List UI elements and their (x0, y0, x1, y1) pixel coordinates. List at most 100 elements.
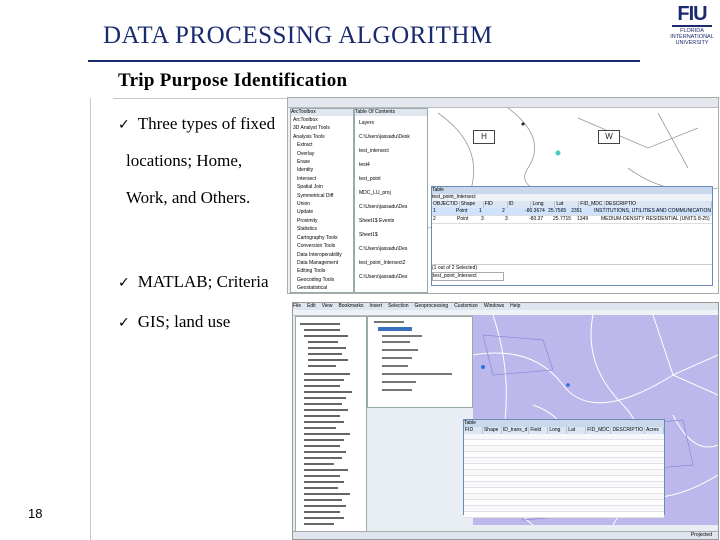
column-header[interactable]: DESCRIPTIO (611, 427, 646, 434)
status-bar: Projected (293, 531, 718, 539)
table-cell: 2 (502, 208, 505, 214)
toc-item[interactable]: Sheet1$ Events (355, 214, 427, 228)
menu-item[interactable]: Bookmarks (338, 303, 363, 310)
toolbox-item[interactable]: Identity (291, 166, 353, 174)
toolbox-item[interactable]: Cartography Tools (291, 234, 353, 242)
logo-subtext: FLORIDA INTERNATIONAL UNIVERSITY (670, 28, 714, 46)
column-header[interactable]: Long (531, 201, 556, 208)
table-cell: -80.37 (529, 216, 544, 222)
menu-item[interactable]: Help (510, 303, 520, 310)
column-header[interactable]: Long (548, 427, 568, 434)
table-cell: INSTITUTIONS, UTILITIES AND COMMUNICATIO… (594, 208, 711, 214)
menu-item[interactable]: Selection (388, 303, 409, 310)
table-row[interactable]: 2 Point 3 3 -80.37 25.7715 1349 MEDIUM-DENSITY … (432, 216, 712, 224)
table-body-2 (464, 434, 664, 518)
toolbox-item[interactable]: Erase (291, 158, 353, 166)
column-header[interactable]: Shape (483, 427, 502, 434)
bullet-item: ✓ GIS; land use (118, 312, 230, 332)
toolbox-item[interactable]: Geocoding Tools (291, 276, 353, 284)
toolbox-item[interactable]: ArcToolbox (291, 116, 353, 124)
toc-pane: Table Of Contents Layers C:\Users\jassadu… (354, 108, 428, 293)
menu-item[interactable]: Windows (484, 303, 504, 310)
toc-item[interactable]: test_intersect (355, 144, 427, 158)
menu-item[interactable]: View (322, 303, 333, 310)
table-cell: 2351 (571, 208, 583, 214)
toolbox-item[interactable]: Data Management (291, 259, 353, 267)
table-cell: 3 (505, 216, 508, 222)
toolbox-item[interactable]: Analysis Tools (291, 133, 353, 141)
column-header[interactable]: FID_MDC (586, 427, 612, 434)
toc-item[interactable]: Sheet1$ (355, 228, 427, 242)
toc-list: Layers C:\Users\jassadu\Desk test_intersec… (355, 116, 427, 284)
toc-item[interactable]: C:\Users\jassadu\Des (355, 242, 427, 256)
table-layer-name: test_point_Intersect (432, 194, 712, 201)
toolbox-item[interactable]: Editing Tools (291, 267, 353, 275)
column-header[interactable]: FID (484, 201, 508, 208)
table-header-2: FID Shape ID_trans_d Field Long Lat FID_MDC DES… (464, 427, 664, 434)
toc-item[interactable]: Layers (355, 116, 427, 130)
toolbox-item[interactable]: Intersect (291, 175, 353, 183)
bullet-text: MATLAB; Criteria (137, 272, 269, 291)
work-marker[interactable]: W (598, 130, 620, 144)
toc-item[interactable]: test4 (355, 158, 427, 172)
table-title-2: Table (464, 420, 664, 427)
table-cell: Point (457, 216, 469, 222)
toolbox-item[interactable]: Symmetrical Diff (291, 192, 353, 200)
column-header[interactable]: FID_MDC (579, 201, 605, 208)
toolbar (288, 98, 718, 108)
table-footer: (1 out of 2 Selected) (432, 264, 712, 272)
toolbox-item[interactable]: Extract (291, 141, 353, 149)
column-header[interactable]: OBJECTID (432, 201, 460, 208)
slide-subtitle: Trip Purpose Identification (118, 70, 348, 91)
table-header: OBJECTID Shape FID ID Long Lat FID_MDC DESCRIPT… (432, 201, 712, 208)
table-empty-area (432, 224, 712, 264)
menu-item[interactable]: File (293, 303, 301, 310)
toolbox-item[interactable]: Data Interoperability (291, 251, 353, 259)
menu-item[interactable]: Customize (454, 303, 478, 310)
column-header[interactable]: DESCRIPTIO (605, 201, 712, 208)
column-header[interactable]: Shape (460, 201, 484, 208)
toc-item[interactable]: C:\Users\jassadu\Des (355, 200, 427, 214)
table-row[interactable]: 1 Point 1 2 -80.3674 25.7565 2351 INSTITUTIONS,… (432, 208, 712, 216)
table-cell: MEDIUM-DENSITY RESIDENTIAL (UNITS 8-25) (601, 216, 710, 222)
toc-item[interactable]: test_point_Intersect2 (355, 256, 427, 270)
table-row[interactable] (464, 512, 664, 518)
toolbox-item[interactable]: Conversion Tools (291, 242, 353, 250)
column-header[interactable]: Acres (645, 427, 664, 434)
toc-item[interactable]: MDC_LU_proj (355, 186, 427, 200)
table-cell: 1 (433, 208, 436, 214)
bullet-text: Work, and Others. (126, 188, 251, 207)
attribute-table-2[interactable]: Table FID Shape ID_trans_d Field Long Lat FID_… (463, 419, 665, 518)
toolbox-item[interactable]: Update (291, 208, 353, 216)
attribute-table[interactable]: Table test_point_Intersect OBJECTID Shape… (431, 186, 713, 286)
toc-item[interactable]: C:\Users\jassadu\Des (355, 270, 427, 284)
slide-number: 18 (28, 506, 43, 521)
table-tab[interactable]: test_point_Intersect (432, 272, 504, 281)
table-cell: 3 (481, 216, 484, 222)
title-divider (88, 60, 640, 62)
column-header[interactable]: Lat (555, 201, 580, 208)
slide-title: DATA PROCESSING ALGORITHM (103, 22, 493, 49)
menu-item[interactable]: Insert (369, 303, 382, 310)
toc-title: Table Of Contents (355, 109, 427, 116)
fiu-logo: FIU FLORIDA INTERNATIONAL UNIVERSITY (668, 4, 716, 46)
toolbox-item[interactable]: 3D Analyst Tools (291, 124, 353, 132)
column-header[interactable]: Field (529, 427, 549, 434)
menu-item[interactable]: Edit (307, 303, 316, 310)
column-header[interactable]: Lat (567, 427, 587, 434)
toc-item[interactable]: C:\Users\jassadu\Desk (355, 130, 427, 144)
catalog-pane (295, 316, 367, 538)
toolbox-item[interactable]: Proximity (291, 217, 353, 225)
toc-item[interactable]: test_point (355, 172, 427, 186)
column-header[interactable]: ID_trans_d (502, 427, 530, 434)
toolbox-item[interactable]: Geostatistical (291, 284, 353, 292)
status-text: Projected (690, 532, 712, 538)
toolbox-item[interactable]: Spatial Join (291, 183, 353, 191)
column-header[interactable]: ID (508, 201, 532, 208)
toolbox-item[interactable]: Overlay (291, 150, 353, 158)
column-header[interactable]: FID (464, 427, 483, 434)
toolbox-item[interactable]: Statistics (291, 225, 353, 233)
toolbox-item[interactable]: Union (291, 200, 353, 208)
home-marker[interactable]: H (473, 130, 495, 144)
menu-item[interactable]: Geoprocessing (415, 303, 449, 310)
